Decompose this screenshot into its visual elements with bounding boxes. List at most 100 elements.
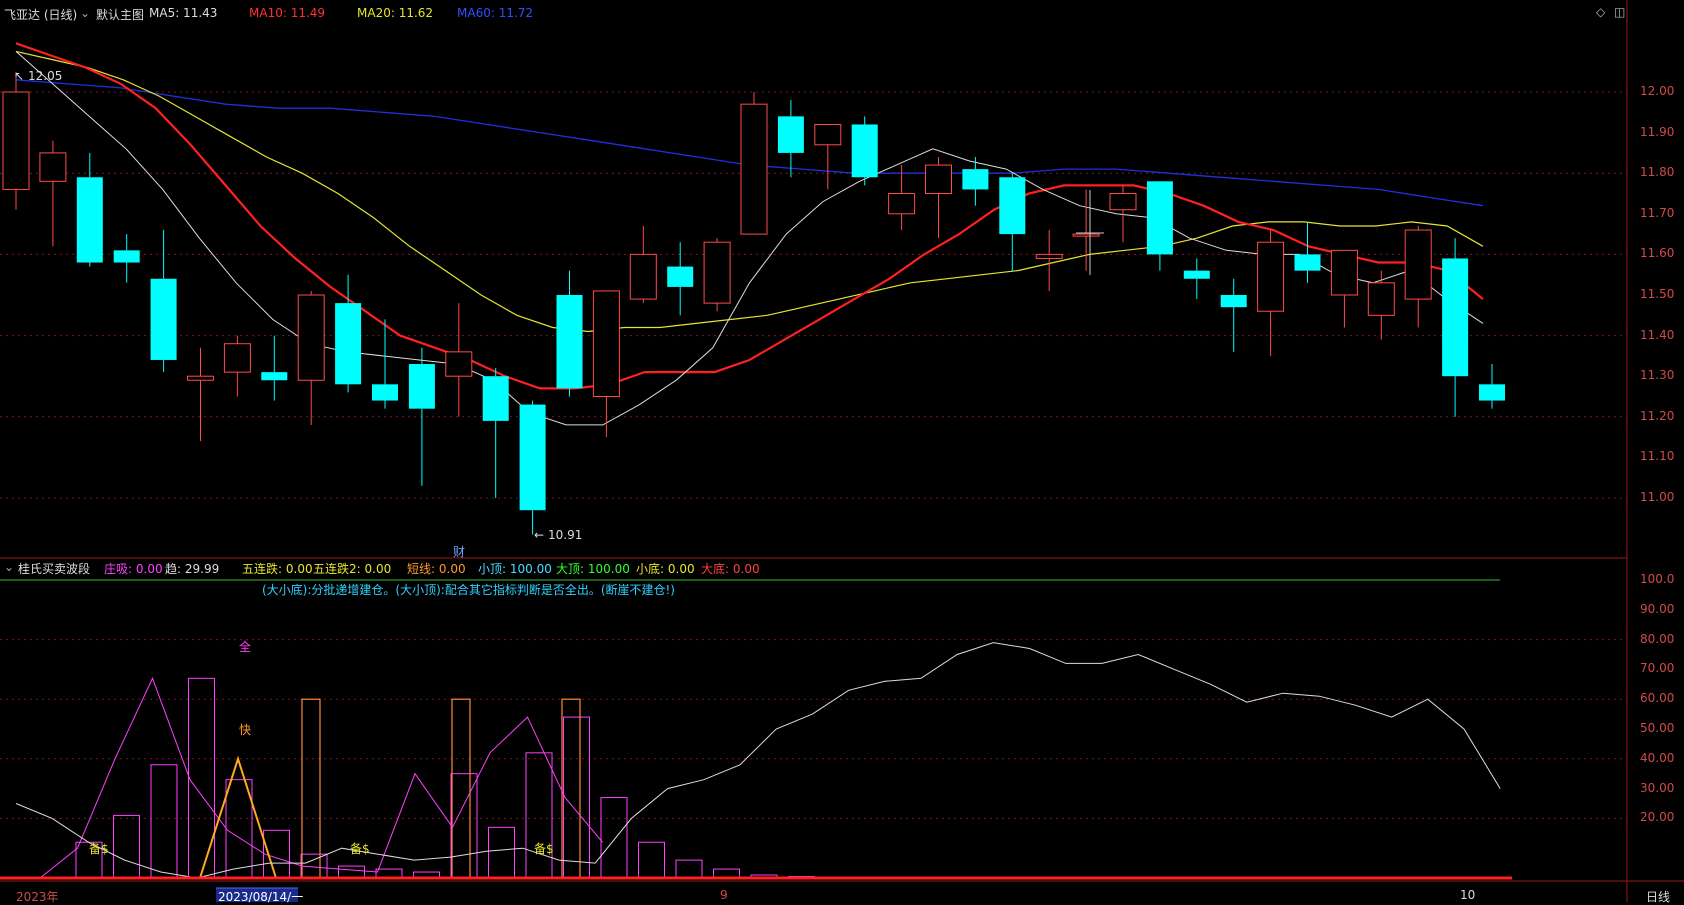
zhuangxi-field: 庄吸: 0.00	[104, 560, 163, 577]
candle-body	[592, 290, 620, 397]
candle-body	[629, 253, 657, 300]
indicator-tick: 100.0	[1640, 572, 1675, 586]
price-tick: 12.00	[1640, 84, 1675, 98]
period-label[interactable]: 日线	[1646, 888, 1670, 905]
month-10-label: 10	[1460, 888, 1476, 902]
diamond-icon[interactable]: ◇	[1596, 5, 1605, 19]
candle-body	[2, 91, 30, 190]
date-cursor-label: 2023/08/14/一	[218, 890, 304, 904]
candle-body	[39, 152, 67, 182]
xdi-value: 0.00	[667, 562, 695, 576]
zhuangxi-label: 庄吸:	[104, 562, 133, 576]
candle-body	[335, 303, 362, 385]
indicator-tick: 70.00	[1640, 661, 1675, 676]
candle-body	[1404, 229, 1432, 300]
ddi-field: 大底: 0.00	[701, 560, 760, 577]
ma5-value: MA5: 11.43	[149, 6, 218, 20]
chart-stage	[0, 0, 1684, 902]
ma60-value: MA60: 11.72	[457, 6, 534, 20]
candle-body	[667, 266, 694, 287]
high-annotation: 12.05	[28, 69, 63, 83]
candle-body	[261, 372, 288, 381]
main-chart-selector[interactable]: 默认主图	[96, 6, 144, 23]
xdi-field: 小底: 0.00	[636, 560, 695, 577]
candle-body	[999, 177, 1026, 235]
price-tick: 11.90	[1640, 124, 1675, 139]
xd-label: 小顶:	[478, 562, 507, 576]
wlz-field: 五连跌: 0.00	[242, 560, 313, 577]
candle-body	[703, 241, 731, 304]
ddi-value: 0.00	[732, 562, 760, 576]
qu-value: 29.99	[184, 562, 220, 576]
candle-body	[519, 404, 546, 511]
indicator-tick: 20.00	[1640, 810, 1675, 825]
candle-body	[76, 177, 103, 263]
price-tick: 11.80	[1640, 165, 1675, 180]
candle-body	[1294, 254, 1321, 271]
xd-field: 小顶: 100.00	[478, 560, 552, 577]
ma10-value: MA10: 11.49	[249, 6, 326, 20]
finance-marker[interactable]: 财	[453, 543, 465, 560]
marker-kuai: 快	[239, 723, 252, 737]
wlz-label: 五连跌:	[242, 562, 283, 576]
marker-quan: 全	[239, 640, 252, 654]
candle	[740, 92, 768, 235]
marker-bei-3: 备$	[534, 842, 554, 856]
candle-body	[851, 124, 878, 178]
ma20-value: MA20: 11.62	[357, 6, 434, 20]
month-9-label: 9	[720, 888, 728, 902]
price-tick: 11.20	[1640, 408, 1675, 423]
price-tick: 11.00	[1640, 490, 1675, 504]
panel-toggle-icon[interactable]: ◫	[1614, 5, 1625, 19]
candle-body	[372, 384, 398, 401]
dd-label: 大顶:	[556, 562, 585, 576]
price-tick: 11.60	[1640, 246, 1675, 261]
year-label: 2023年	[16, 890, 59, 904]
price-tick: 11.50	[1640, 287, 1675, 301]
candle-body	[150, 278, 177, 360]
candle-body	[1109, 193, 1137, 211]
dd-value: 100.00	[587, 562, 630, 576]
price-tick: 11.30	[1640, 368, 1675, 383]
xd-value: 100.00	[509, 562, 552, 576]
dd-field: 大顶: 100.00	[556, 560, 630, 577]
dx-label: 短线:	[407, 562, 436, 576]
high-marker-arrow: ↖	[14, 69, 25, 83]
indicator-note: (大小底):分批递增建仓。(大小顶):配合其它指标判断是否全出。(断崖不建仓!)	[262, 583, 675, 597]
wlz2-value: 0.00	[364, 562, 392, 576]
candle-body	[1072, 233, 1100, 237]
indicator-tick: 60.00	[1640, 691, 1675, 706]
candle-body	[925, 164, 952, 195]
candle-body	[1220, 295, 1247, 308]
zhuangxi-value: 0.00	[135, 562, 163, 576]
indicator-tick: 30.00	[1640, 780, 1675, 795]
dx-value: 0.00	[438, 562, 466, 576]
candle-body	[556, 295, 583, 389]
wlz-value: 0.00	[285, 562, 313, 576]
price-tick: 11.40	[1640, 327, 1675, 342]
chevron-down-icon[interactable]: ⌄	[80, 6, 90, 20]
stock-title[interactable]: 飞亚达 (日线)	[4, 6, 77, 23]
candle-body	[1257, 241, 1285, 312]
wlz2-label: 五连跌2:	[313, 562, 361, 576]
candle-body	[187, 375, 214, 381]
indicator-name[interactable]: 桂氏买卖波段	[18, 560, 90, 577]
candle-body	[408, 364, 435, 409]
chevron-down-icon[interactable]: ⌄	[4, 560, 14, 574]
wlz2-field: 五连跌2: 0.00	[313, 560, 391, 577]
marker-bei-2: 备$	[350, 842, 370, 856]
qu-field: 趋: 29.99	[165, 560, 219, 577]
candle-body	[223, 343, 251, 373]
marker-bei-1: 备$	[89, 842, 109, 856]
qu-label: 趋:	[165, 562, 182, 576]
candle-body	[1442, 258, 1469, 377]
price-tick: 11.10	[1640, 449, 1675, 464]
candle-body	[1330, 249, 1358, 296]
candle-body	[1479, 384, 1505, 401]
candle-body	[482, 376, 509, 421]
candle-body	[888, 193, 916, 215]
candle-body	[814, 123, 842, 146]
indicator-tick: 50.00	[1640, 721, 1675, 735]
xdi-label: 小底:	[636, 562, 665, 576]
indicator-tick: 40.00	[1640, 750, 1675, 765]
